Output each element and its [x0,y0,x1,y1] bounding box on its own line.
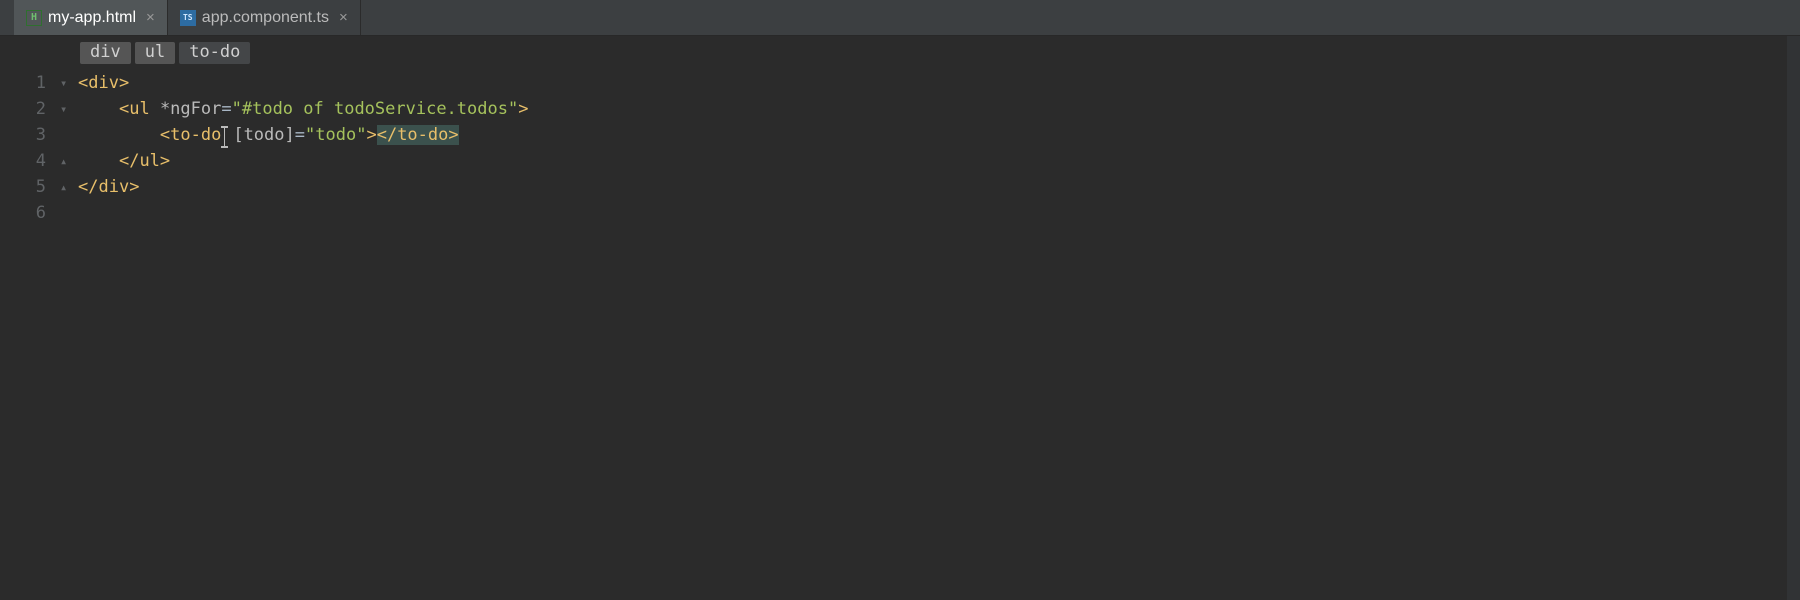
breadcrumb-item[interactable]: ul [135,42,175,64]
tab-label: my-app.html [48,9,136,27]
fold-toggle-icon[interactable]: ▴ [60,174,78,200]
tab-my-app-html[interactable]: my-app.html × [14,0,168,35]
vertical-scrollbar[interactable] [1786,36,1800,600]
breadcrumb: div ul to-do [0,36,1800,70]
line-number-gutter: 1 2 3 4 5 6 [0,70,60,226]
tab-label: app.component.ts [202,9,329,27]
line-number: 1 [0,70,46,96]
fold-spacer [60,122,78,148]
fold-gutter: ▾ ▾ ▴ ▴ [60,70,78,226]
line-number: 6 [0,200,46,226]
code-line: <to-do[todo]="todo"></to-do> [78,122,1800,148]
code-line: </ul> [78,148,1800,174]
line-number: 3 [0,122,46,148]
line-number: 5 [0,174,46,200]
close-icon[interactable]: × [146,10,155,25]
fold-spacer [60,200,78,226]
fold-toggle-icon[interactable]: ▾ [60,96,78,122]
code-line: <ul *ngFor="#todo of todoService.todos"> [78,96,1800,122]
fold-toggle-icon[interactable]: ▾ [60,70,78,96]
ts-file-icon [180,10,196,26]
editor-tab-bar: my-app.html × app.component.ts × [0,0,1800,36]
close-icon[interactable]: × [339,10,348,25]
code-line: </div> [78,174,1800,200]
html-file-icon [26,10,42,26]
code-line [78,200,1800,226]
tab-app-component-ts[interactable]: app.component.ts × [168,0,361,35]
code-editor[interactable]: 1 2 3 4 5 6 ▾ ▾ ▴ ▴ <div> <ul *ngFor="#t… [0,70,1800,226]
breadcrumb-item[interactable]: to-do [179,42,250,64]
line-number: 4 [0,148,46,174]
line-number: 2 [0,96,46,122]
breadcrumb-item[interactable]: div [80,42,131,64]
fold-toggle-icon[interactable]: ▴ [60,148,78,174]
code-line: <div> [78,70,1800,96]
code-area[interactable]: <div> <ul *ngFor="#todo of todoService.t… [78,70,1800,226]
